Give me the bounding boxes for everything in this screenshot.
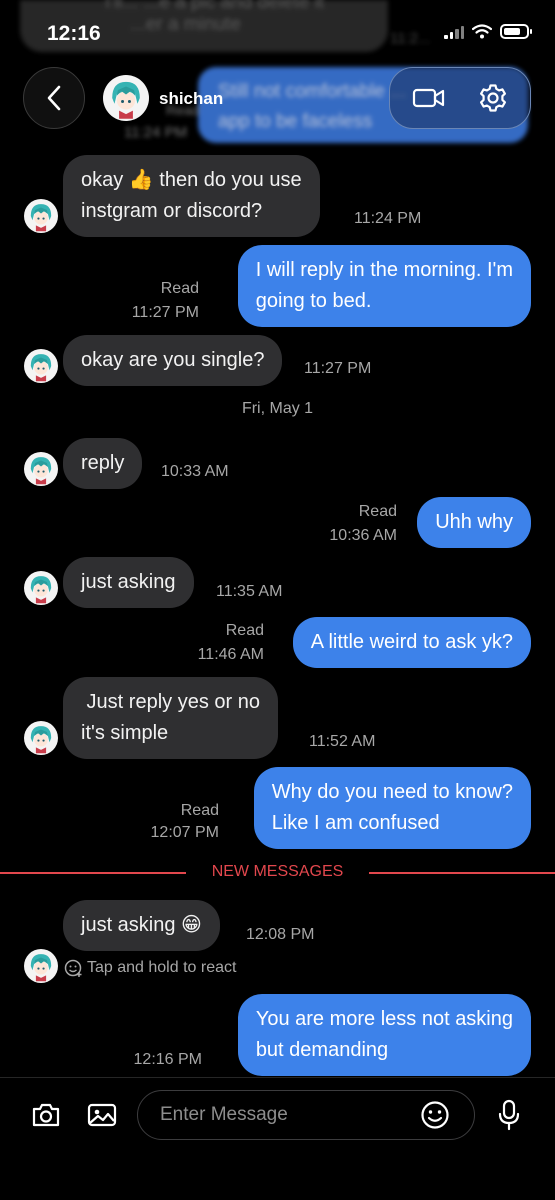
emoji-button[interactable] [418, 1098, 452, 1132]
message-text-line: I will reply in the morning. I'm [255, 259, 513, 281]
message-text-line: A little weird to ask yk? [310, 631, 513, 653]
message-text-line: Just reply yes or no [81, 691, 260, 713]
incoming-message-bubble[interactable]: Just reply yes or no it's simple [63, 677, 278, 759]
message-text-line: okay are you single? [81, 349, 265, 371]
message-text-line: reply [81, 452, 125, 474]
message-text-line: Uhh why [435, 511, 513, 533]
message-text-line: okay 👍 then do you use [81, 169, 302, 191]
voice-message-button[interactable] [494, 1097, 524, 1133]
sender-avatar[interactable] [24, 199, 58, 233]
read-receipt: Read [160, 280, 199, 297]
message-text-line: just asking [81, 571, 176, 593]
gallery-button[interactable] [84, 1098, 120, 1132]
message-timestamp: 12:08 PM [246, 926, 315, 943]
incoming-message-bubble[interactable]: just asking 😁 [63, 900, 220, 951]
message-timestamp: 11:27 PM [304, 360, 372, 377]
message-timestamp: 11:27 PM [131, 304, 199, 321]
message-text-line: Why do you need to know? [271, 781, 513, 803]
outgoing-message-bubble[interactable]: A little weird to ask yk? [292, 617, 531, 668]
status-time: 12:16 [47, 22, 101, 45]
sender-avatar[interactable] [24, 949, 58, 983]
message-text-line: You are more less not asking [255, 1008, 513, 1030]
message-timestamp: 11:24 PM [354, 210, 422, 227]
react-hint-text: Tap and hold to react [87, 959, 237, 976]
message-text-line: but demanding [255, 1039, 389, 1061]
message-timestamp: 12:07 PM [150, 824, 219, 841]
message-timestamp: 11:35 AM [216, 583, 283, 600]
battery-icon [500, 24, 532, 39]
sender-avatar[interactable] [24, 452, 58, 486]
message-text-line: going to bed. [255, 290, 372, 312]
outgoing-message-bubble[interactable]: You are more less not asking but demandi… [237, 994, 531, 1076]
composer-divider [0, 1077, 555, 1078]
incoming-message-bubble[interactable]: reply [63, 438, 143, 489]
microphone-icon [498, 1099, 520, 1131]
date-separator: Fri, May 1 [241, 400, 314, 417]
sender-avatar[interactable] [24, 571, 58, 605]
message-timestamp: 11:46 AM [197, 646, 264, 663]
message-timestamp: 10:33 AM [161, 463, 229, 480]
message-timestamp: 10:36 AM [329, 527, 397, 544]
outgoing-message-bubble[interactable]: I will reply in the morning. I'm going t… [237, 245, 531, 327]
blurred-timestamp: 11:24 PM [124, 124, 188, 141]
sender-avatar[interactable] [24, 349, 58, 383]
blurred-text: I'll... ...e a pic and delete it [105, 0, 325, 13]
react-hint[interactable]: Tap and hold to react [64, 958, 236, 978]
blurred-text: ...er a minute [130, 14, 241, 35]
add-reaction-icon [64, 959, 82, 977]
message-timestamp: 11:52 AM [309, 733, 376, 750]
incoming-message-bubble[interactable]: okay 👍 then do you use instgram or disco… [63, 155, 320, 237]
outgoing-message-bubble[interactable]: Uhh why [417, 497, 531, 548]
message-text-line: it's simple [81, 722, 169, 744]
read-receipt: Read [180, 802, 219, 819]
read-receipt: Read [358, 503, 397, 520]
smiley-icon [421, 1101, 449, 1129]
read-receipt: Read [225, 622, 264, 639]
incoming-message-bubble[interactable]: just asking [63, 557, 194, 608]
header-actions [389, 67, 531, 129]
new-messages-label: NEW MESSAGES [211, 863, 344, 880]
message-timestamp: 12:16 PM [133, 1051, 202, 1068]
camera-icon [32, 1103, 60, 1127]
camera-button[interactable] [28, 1098, 64, 1132]
status-icons [444, 24, 532, 39]
blurred-timestamp: 11:2... [390, 30, 431, 47]
message-text-line: just asking 😁 [81, 914, 202, 936]
contact-avatar[interactable] [103, 75, 149, 121]
cellular-signal-icon [444, 25, 464, 39]
message-text-line: Like I am confused [271, 812, 440, 834]
back-button[interactable] [23, 67, 85, 129]
image-icon [87, 1103, 117, 1127]
video-camera-icon[interactable] [412, 86, 446, 110]
message-text-line: instgram or discord? [81, 200, 263, 222]
gear-icon[interactable] [478, 83, 508, 113]
wifi-icon [472, 24, 492, 39]
incoming-message-bubble[interactable]: okay are you single? [63, 335, 283, 386]
chevron-left-icon [47, 85, 61, 111]
sender-avatar[interactable] [24, 721, 58, 755]
outgoing-message-bubble[interactable]: Why do you need to know? Like I am confu… [253, 767, 531, 849]
contact-name[interactable]: shichan [159, 89, 223, 109]
new-messages-divider: NEW MESSAGES [0, 861, 555, 883]
